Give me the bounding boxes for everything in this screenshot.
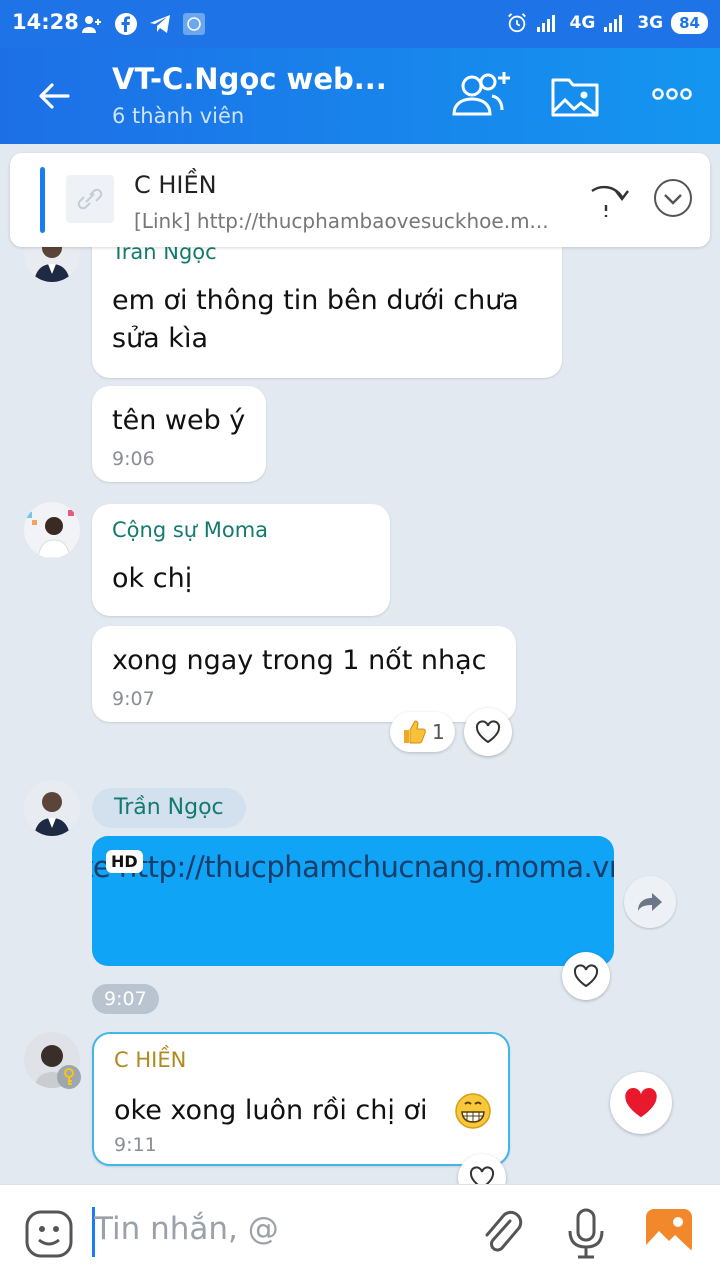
more-icon[interactable] bbox=[650, 86, 694, 102]
heart-outline-icon bbox=[475, 720, 501, 744]
react-heart-button[interactable] bbox=[464, 708, 512, 756]
quick-heart-button[interactable] bbox=[610, 1072, 672, 1134]
react-heart-button[interactable] bbox=[562, 952, 610, 1000]
jump-to-message-icon[interactable] bbox=[588, 177, 632, 221]
pinned-message[interactable]: C HIỀN [Link] http://thucphambaovesuckho… bbox=[10, 153, 710, 247]
message-text: tên web ý bbox=[112, 405, 246, 436]
expand-chevron-icon[interactable] bbox=[652, 177, 694, 219]
key-badge-icon bbox=[57, 1065, 81, 1089]
reaction-count: 1 bbox=[432, 720, 445, 744]
message-text: sửa kìa bbox=[112, 323, 208, 354]
message-bubble[interactable]: Cộng sự Moma ok chị bbox=[92, 504, 390, 616]
media-folder-icon[interactable] bbox=[550, 70, 600, 120]
forward-button[interactable] bbox=[624, 876, 676, 928]
grinning-emoji-icon bbox=[455, 1093, 491, 1129]
app-icon bbox=[183, 13, 205, 35]
message-bubble[interactable]: tên web ý 9:06 bbox=[92, 386, 266, 482]
message-text: em ơi thông tin bên dưới chưa bbox=[112, 285, 519, 316]
share-arrow-icon bbox=[638, 893, 662, 911]
heart-outline-icon bbox=[469, 1166, 495, 1184]
avatar-image bbox=[24, 780, 80, 836]
avatar[interactable] bbox=[24, 780, 80, 836]
link-icon bbox=[77, 188, 103, 210]
signal-icon bbox=[604, 15, 623, 32]
pinned-sender: C HIỀN bbox=[134, 171, 217, 199]
signal-icon bbox=[536, 15, 555, 32]
system-icons: 4G 3G 84 bbox=[506, 12, 708, 34]
sticker-icon[interactable] bbox=[24, 1209, 74, 1259]
message-bubble[interactable]: xong ngay trong 1 nốt nhạc 9:07 bbox=[92, 626, 516, 722]
image-message[interactable]: te http://thucphamchucnang.moma.vn HD bbox=[92, 836, 614, 966]
message-time: 9:07 bbox=[112, 688, 155, 710]
message-text: ok chị bbox=[112, 563, 193, 594]
sender-name: C HIỀN bbox=[114, 1048, 187, 1072]
pinned-accent-bar bbox=[40, 167, 45, 233]
status-bar: 14:28 4G 3G 84 bbox=[0, 0, 720, 48]
message-time: 9:06 bbox=[112, 448, 155, 470]
battery-indicator: 84 bbox=[671, 12, 708, 34]
message-time: 9:07 bbox=[92, 984, 159, 1014]
heart-filled-icon bbox=[625, 1087, 657, 1118]
attachment-icon[interactable] bbox=[480, 1207, 524, 1259]
message-text: oke xong luôn rồi chị ơi bbox=[114, 1095, 428, 1126]
photo-icon[interactable] bbox=[644, 1207, 694, 1257]
member-count: 6 thành viên bbox=[112, 104, 245, 128]
group-title[interactable]: VT-C.Ngọc web... bbox=[112, 62, 387, 96]
alarm-icon bbox=[507, 13, 526, 33]
network-label-2: 3G bbox=[637, 13, 664, 33]
message-bubble[interactable]: C HIỀN oke xong luôn rồi chị ơi 9:11 bbox=[92, 1032, 510, 1166]
notification-icons bbox=[80, 12, 206, 36]
message-list[interactable]: Trần Ngọc em ơi thông tin bên dưới chưa … bbox=[0, 144, 720, 1184]
link-thumbnail bbox=[66, 175, 114, 223]
sender-name: Trần Ngọc bbox=[92, 788, 246, 828]
telegram-icon bbox=[150, 15, 170, 33]
microphone-icon[interactable] bbox=[566, 1207, 606, 1261]
back-arrow-icon[interactable] bbox=[36, 78, 72, 114]
chat-header: VT-C.Ngọc web... 6 thành viên bbox=[0, 48, 720, 144]
message-time: 9:11 bbox=[114, 1134, 157, 1156]
message-input[interactable]: Tin nhắn, @ bbox=[94, 1211, 279, 1247]
avatar-image bbox=[24, 502, 80, 558]
hd-badge: HD bbox=[106, 850, 143, 873]
status-time: 14:28 bbox=[12, 10, 79, 34]
sender-name: Cộng sự Moma bbox=[112, 518, 269, 542]
image-text: te http://thucphamchucnang.moma.vn bbox=[92, 850, 614, 884]
network-label-1: 4G bbox=[569, 13, 596, 33]
message-text: xong ngay trong 1 nốt nhạc bbox=[112, 645, 487, 676]
add-member-icon[interactable] bbox=[448, 70, 514, 122]
avatar[interactable] bbox=[24, 502, 80, 558]
reaction-summary[interactable]: 1 bbox=[390, 712, 455, 752]
facebook-icon bbox=[115, 13, 137, 35]
heart-outline-icon bbox=[573, 964, 599, 988]
thumbs-up-icon bbox=[404, 720, 426, 744]
pinned-link[interactable]: [Link] http://thucphambaovesuckhoe.m... bbox=[134, 209, 549, 233]
add-friend-icon bbox=[82, 16, 101, 33]
message-composer: Tin nhắn, @ bbox=[0, 1184, 720, 1280]
